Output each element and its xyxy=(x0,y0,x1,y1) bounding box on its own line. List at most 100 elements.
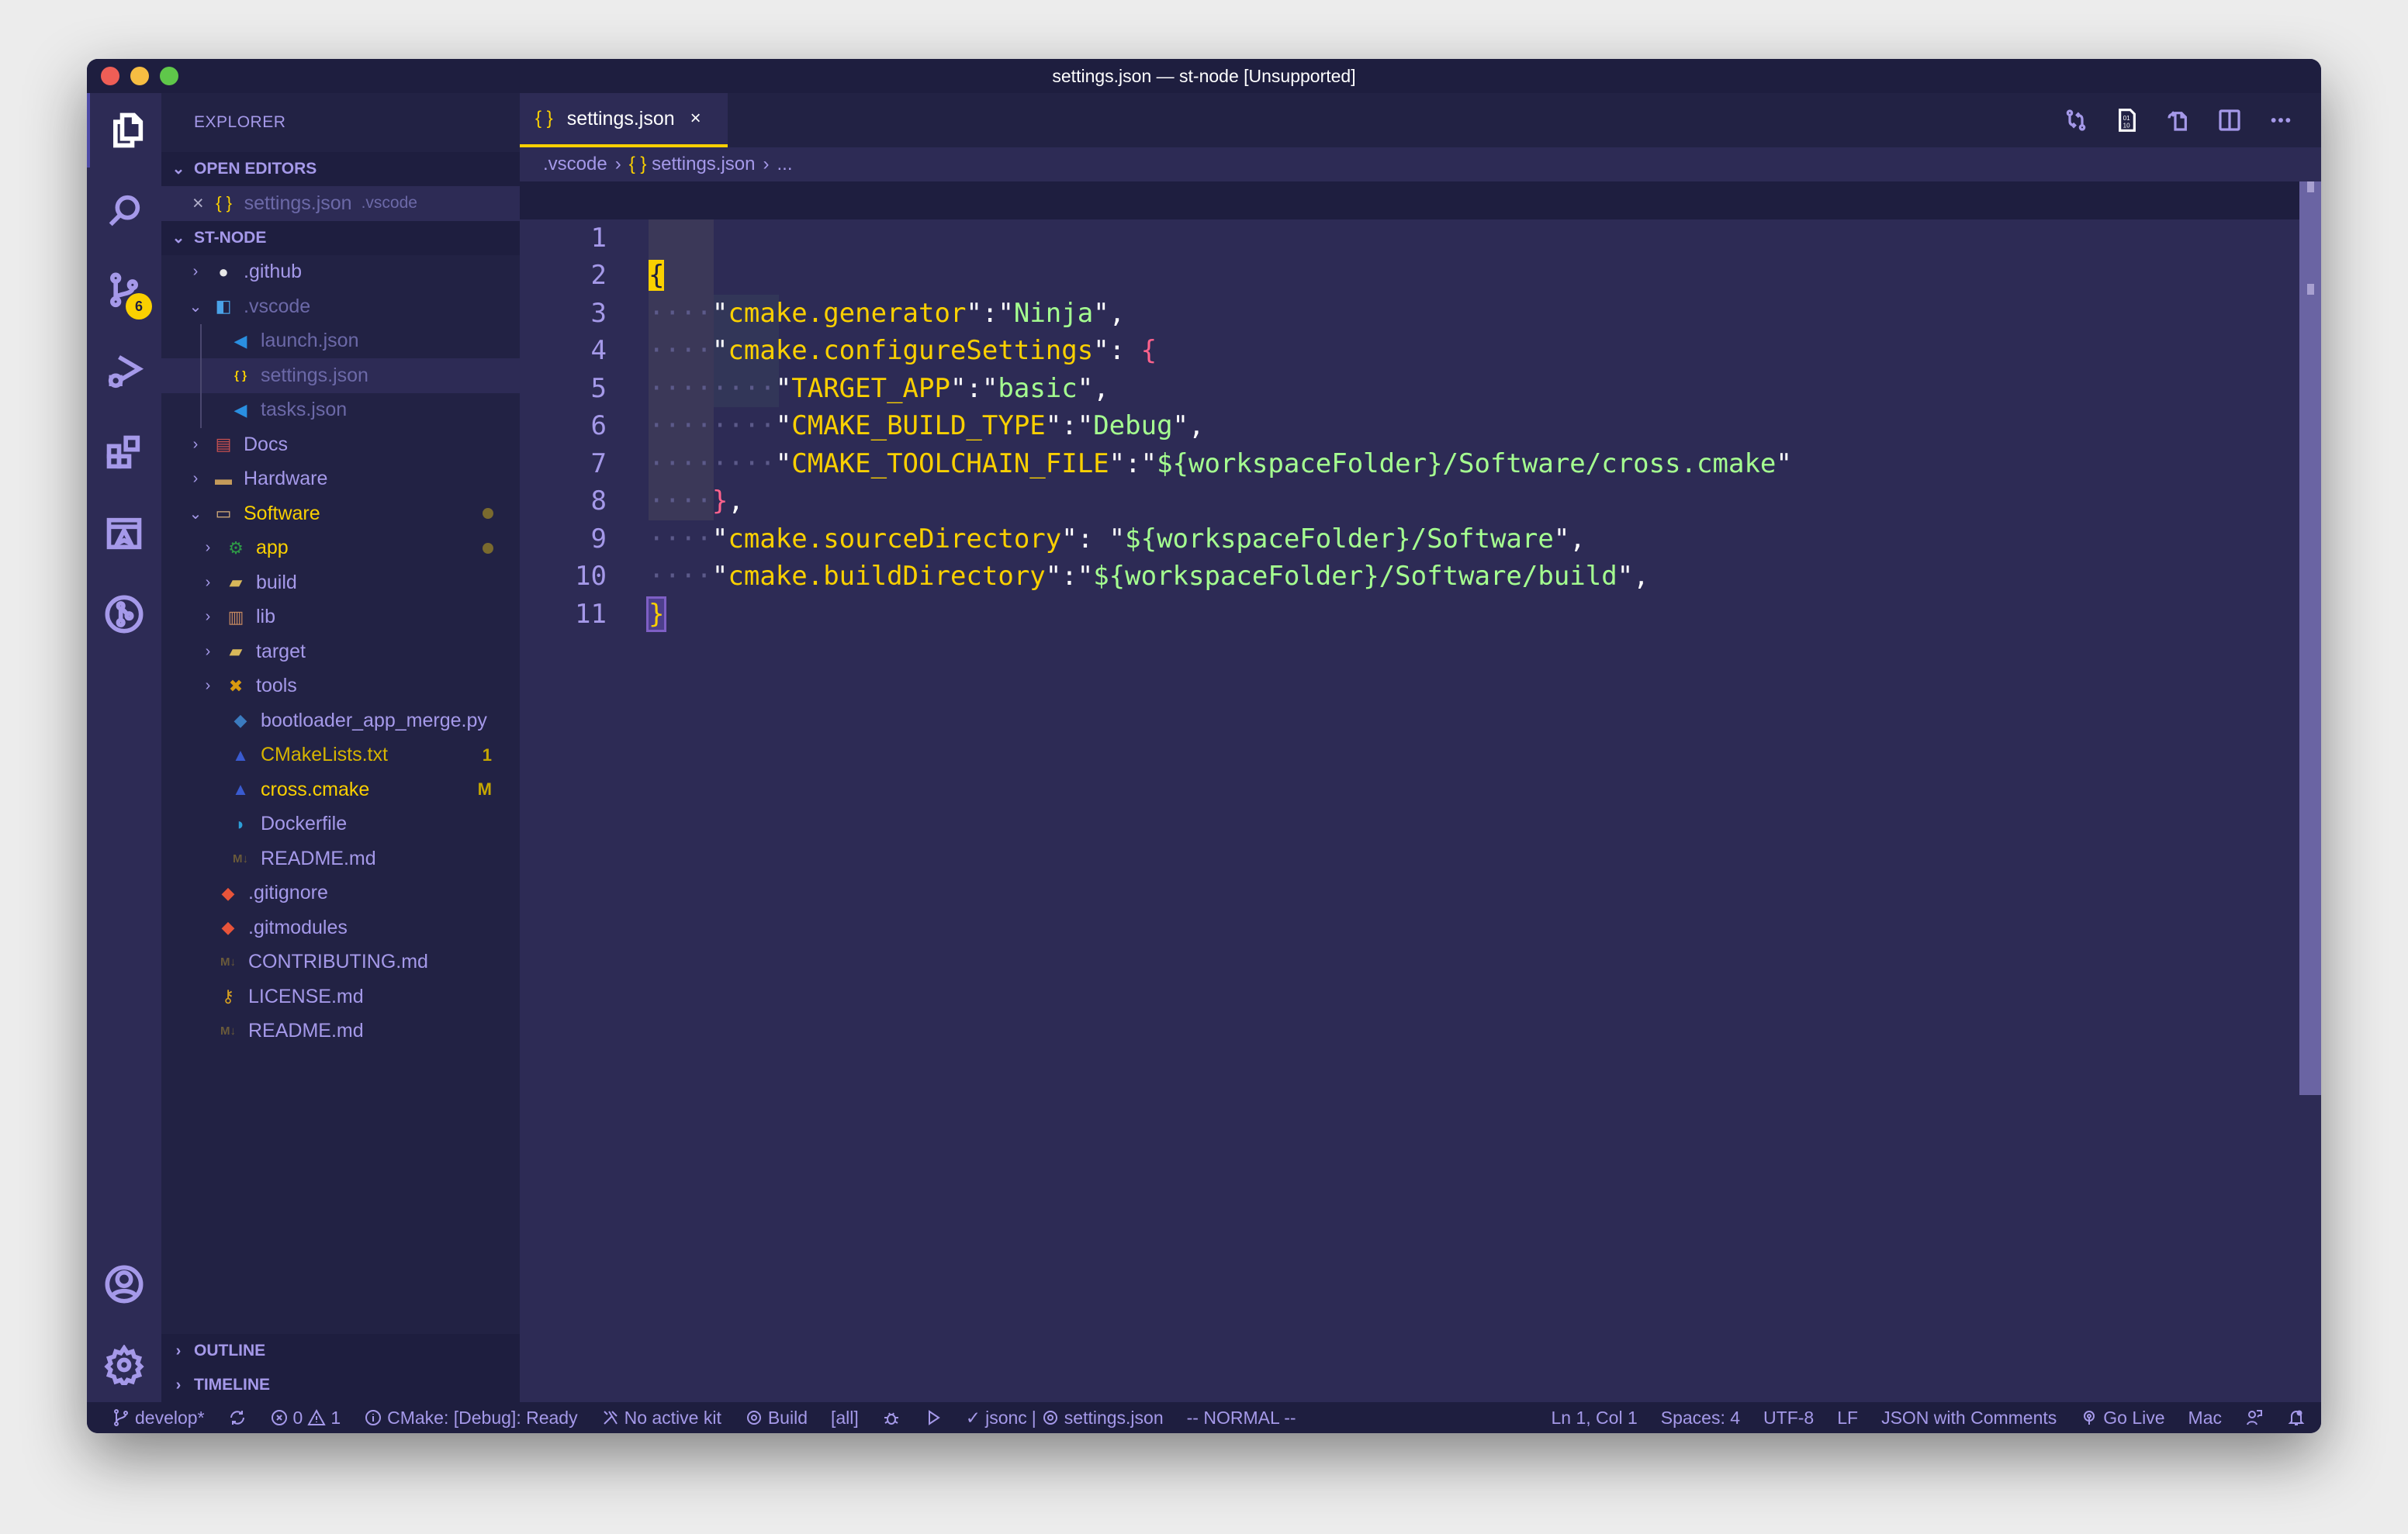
split-editor-icon[interactable] xyxy=(2217,108,2242,133)
maximize-window-button[interactable] xyxy=(160,67,178,85)
tab-settings-json[interactable]: { } settings.json × xyxy=(520,93,728,147)
cmake-run-button[interactable] xyxy=(924,1408,943,1427)
activity-source-control[interactable]: 6 xyxy=(87,254,161,329)
cmake-icon xyxy=(106,517,142,550)
timeline-header[interactable]: › TIMELINE xyxy=(161,1368,520,1402)
activity-accounts[interactable] xyxy=(87,1247,161,1322)
build-text: Build xyxy=(767,1407,808,1428)
breadcrumb-folder[interactable]: .vscode xyxy=(543,154,607,174)
language-mode[interactable]: JSON with Comments xyxy=(1881,1408,2057,1429)
cmake-kit[interactable]: No active kit xyxy=(601,1408,721,1429)
activity-git-graph[interactable] xyxy=(87,577,161,651)
workspace-header[interactable]: ⌄ ST-NODE xyxy=(161,220,520,255)
tree-item[interactable]: ◆ .gitignore xyxy=(161,876,520,911)
tree-item[interactable]: › ● .github xyxy=(161,255,520,290)
tree-item[interactable]: M↓ README.md xyxy=(161,841,520,876)
matching-bracket: } xyxy=(645,596,667,632)
close-window-button[interactable] xyxy=(101,67,119,85)
sync-button[interactable] xyxy=(228,1408,247,1427)
editor-actions: 01 10 xyxy=(2064,93,2293,147)
activity-run-debug[interactable] xyxy=(87,335,161,409)
go-live-button[interactable]: Go Live xyxy=(2080,1408,2165,1429)
cursor-position[interactable]: Ln 1, Col 1 xyxy=(1552,1408,1638,1429)
tree-item[interactable]: ◀ tasks.json xyxy=(161,393,520,428)
open-changes-icon[interactable] xyxy=(2064,108,2088,133)
close-icon[interactable]: × xyxy=(690,108,701,130)
tree-item[interactable]: › ▰ build xyxy=(161,565,520,600)
activity-cmake[interactable] xyxy=(87,496,161,571)
bottom-sections: › OUTLINE › TIMELINE xyxy=(161,1334,520,1402)
tree-item[interactable]: ▲ CMakeLists.txt 1 xyxy=(161,738,520,773)
notifications-button[interactable] xyxy=(2287,1408,2306,1427)
breadcrumb-symbol[interactable]: ... xyxy=(777,154,793,174)
vim-mode-text: -- NORMAL -- xyxy=(1186,1407,1296,1428)
indent-guide xyxy=(200,323,202,428)
docs-folder-icon: ▤ xyxy=(215,434,232,454)
tree-item[interactable]: M↓ CONTRIBUTING.md xyxy=(161,945,520,980)
tree-item[interactable]: ◆ .gitmodules xyxy=(161,910,520,945)
tree-item[interactable]: ◆ bootloader_app_merge.py xyxy=(161,703,520,738)
warning-icon xyxy=(307,1408,327,1425)
more-actions-icon[interactable] xyxy=(2268,108,2293,133)
branch-status[interactable]: develop* xyxy=(112,1408,205,1429)
breadcrumb-file[interactable]: settings.json xyxy=(652,154,755,174)
vscode-folder-icon: ◧ xyxy=(215,296,232,316)
encoding[interactable]: UTF-8 xyxy=(1763,1408,1814,1429)
platform[interactable]: Mac xyxy=(2188,1408,2222,1429)
modified-dot xyxy=(483,542,493,554)
chevron-down-icon: ⌄ xyxy=(189,505,202,523)
cmake-build-button[interactable]: Build xyxy=(745,1408,808,1429)
tree-item[interactable]: ⚷ LICENSE.md xyxy=(161,979,520,1014)
tree-item[interactable]: › ▬ Hardware xyxy=(161,462,520,497)
cmake-target[interactable]: [all] xyxy=(831,1408,859,1429)
tree-item[interactable]: › ⚙ app xyxy=(161,531,520,566)
sync-icon xyxy=(230,1411,244,1425)
tree-item-label: Dockerfile xyxy=(261,813,348,835)
feedback-icon xyxy=(2247,1410,2262,1425)
cmake-debug-button[interactable] xyxy=(882,1408,901,1427)
tree-item[interactable]: › ▤ Docs xyxy=(161,427,520,462)
activity-search[interactable] xyxy=(87,174,161,248)
open-editors-header[interactable]: ⌄ OPEN EDITORS xyxy=(161,152,520,186)
git-decoration: M xyxy=(477,779,492,800)
chevron-right-icon: › xyxy=(205,539,211,557)
svg-text:01: 01 xyxy=(2123,115,2130,122)
tree-item[interactable]: ◀ launch.json xyxy=(161,324,520,359)
tree-item[interactable]: ◗ Dockerfile xyxy=(161,807,520,842)
open-file-icon[interactable] xyxy=(2166,108,2191,133)
minimize-window-button[interactable] xyxy=(130,67,149,85)
tree-item[interactable]: ▲ cross.cmake M xyxy=(161,772,520,807)
vertical-scrollbar[interactable] xyxy=(2299,181,2321,1095)
tree-item-label: README.md xyxy=(248,1020,364,1042)
tree-item[interactable]: ⌄ ◧ .vscode xyxy=(161,289,520,324)
chevron-right-icon: › xyxy=(614,154,621,174)
feedback-button[interactable] xyxy=(2245,1408,2264,1427)
indentation[interactable]: Spaces: 4 xyxy=(1661,1408,1740,1429)
outline-header[interactable]: › OUTLINE xyxy=(161,1334,520,1368)
tree-item-label: tools xyxy=(256,675,297,697)
tab-label: settings.json xyxy=(566,107,675,130)
tree-item[interactable]: › ▰ target xyxy=(161,634,520,669)
activity-manage[interactable] xyxy=(87,1328,161,1402)
activity-extensions[interactable] xyxy=(87,416,161,490)
end-of-line[interactable]: LF xyxy=(1837,1408,1858,1429)
activity-explorer[interactable] xyxy=(87,93,164,168)
code-editor[interactable]: 1 { 2 ····"cmake.generator":"Ninja", 3 ·… xyxy=(520,181,2321,1402)
line-number: 11 xyxy=(575,598,607,630)
build-folder-icon: ▰ xyxy=(229,572,243,593)
tree-item[interactable]: M↓ README.md xyxy=(161,1014,520,1049)
chevron-down-icon: ⌄ xyxy=(189,298,202,316)
tree-item[interactable]: { } settings.json xyxy=(161,358,520,393)
tree-item[interactable]: › ✖ tools xyxy=(161,669,520,704)
binary-file-icon[interactable]: 0110 xyxy=(2115,108,2140,133)
cmake-status[interactable]: CMake: [Debug]: Ready xyxy=(364,1408,578,1429)
open-editor-item[interactable]: × { } settings.json .vscode xyxy=(161,186,520,221)
tree-item-label: LICENSE.md xyxy=(248,985,364,1007)
tree-item[interactable]: › ▥ lib xyxy=(161,600,520,635)
problems-status[interactable]: 0 1 xyxy=(270,1408,341,1429)
gear-icon xyxy=(746,1411,761,1425)
close-icon[interactable]: × xyxy=(192,192,204,215)
json-validation[interactable]: ✓ jsonc | settings.json xyxy=(966,1408,1164,1429)
tree-item[interactable]: ⌄ ▭ Software xyxy=(161,496,520,531)
folder-icon: ▬ xyxy=(215,468,232,489)
